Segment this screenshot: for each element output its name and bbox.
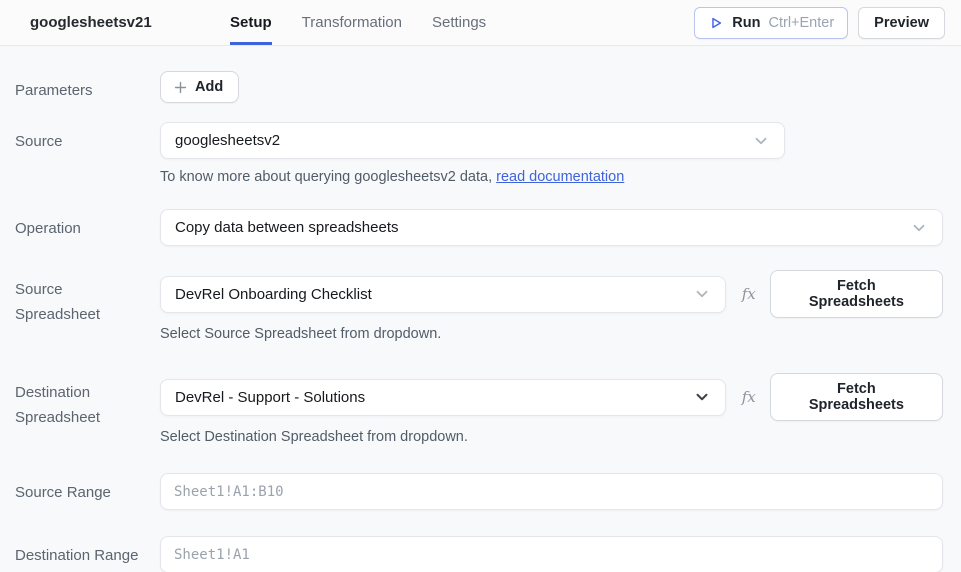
source-spreadsheet-label: Source Spreadsheet <box>15 270 160 344</box>
fx-toggle[interactable]: fx <box>742 388 756 406</box>
operation-select-value: Copy data between spreadsheets <box>175 219 398 236</box>
query-name: googlesheetsv21 <box>30 14 230 31</box>
chevron-down-icon <box>693 285 711 303</box>
header-actions: Run Ctrl+Enter Preview <box>694 7 945 39</box>
plus-icon <box>173 80 188 95</box>
operation-row: Operation Copy data between spreadsheets <box>15 209 943 246</box>
chevron-down-icon <box>752 132 770 150</box>
chevron-down-icon <box>693 388 711 406</box>
source-row: Source googlesheetsv2 To know more about… <box>15 122 943 187</box>
source-spreadsheet-helper: Select Source Spreadsheet from dropdown. <box>160 324 943 344</box>
fetch-spreadsheets-button[interactable]: Fetch Spreadsheets <box>770 270 943 318</box>
run-label: Run <box>732 15 760 31</box>
fx-toggle[interactable]: fx <box>742 285 756 303</box>
source-helper-text: To know more about querying googlesheets… <box>160 169 492 185</box>
destination-spreadsheet-label: Destination Spreadsheet <box>15 373 160 447</box>
destination-range-label: Destination Range <box>15 536 160 572</box>
destination-spreadsheet-select[interactable]: DevRel - Support - Solutions <box>160 379 726 416</box>
source-range-label: Source Range <box>15 473 160 510</box>
tab-transformation[interactable]: Transformation <box>302 0 402 45</box>
source-range-input[interactable] <box>160 473 943 510</box>
query-editor-header: googlesheetsv21 Setup Transformation Set… <box>0 0 961 46</box>
source-spreadsheet-row: Source Spreadsheet DevRel Onboarding Che… <box>15 270 943 344</box>
source-label: Source <box>15 122 160 187</box>
run-button[interactable]: Run Ctrl+Enter <box>694 7 848 39</box>
operation-select[interactable]: Copy data between spreadsheets <box>160 209 943 246</box>
chevron-down-icon <box>910 219 928 237</box>
source-spreadsheet-select[interactable]: DevRel Onboarding Checklist <box>160 276 726 313</box>
destination-range-input[interactable] <box>160 536 943 572</box>
source-spreadsheet-value: DevRel Onboarding Checklist <box>175 286 372 303</box>
read-documentation-link[interactable]: read documentation <box>496 169 624 185</box>
play-icon <box>708 15 724 31</box>
parameters-row: Parameters Add <box>15 71 943 103</box>
run-shortcut: Ctrl+Enter <box>768 15 834 31</box>
preview-button[interactable]: Preview <box>858 7 945 39</box>
fetch-spreadsheets-button[interactable]: Fetch Spreadsheets <box>770 373 943 421</box>
destination-spreadsheet-value: DevRel - Support - Solutions <box>175 389 365 406</box>
operation-label: Operation <box>15 209 160 246</box>
source-select-value: googlesheetsv2 <box>175 132 280 149</box>
destination-spreadsheet-helper: Select Destination Spreadsheet from drop… <box>160 427 943 447</box>
tab-settings[interactable]: Settings <box>432 0 486 45</box>
destination-range-row: Destination Range <box>15 536 943 572</box>
setup-form: Parameters Add Source googlesheetsv2 To … <box>0 46 961 572</box>
source-range-row: Source Range <box>15 473 943 510</box>
parameters-label: Parameters <box>15 71 160 103</box>
tab-setup[interactable]: Setup <box>230 0 272 45</box>
source-select[interactable]: googlesheetsv2 <box>160 122 785 159</box>
source-helper: To know more about querying googlesheets… <box>160 167 943 187</box>
destination-spreadsheet-row: Destination Spreadsheet DevRel - Support… <box>15 373 943 447</box>
add-parameter-label: Add <box>195 79 223 95</box>
tab-bar: Setup Transformation Settings <box>230 0 486 45</box>
add-parameter-button[interactable]: Add <box>160 71 239 103</box>
